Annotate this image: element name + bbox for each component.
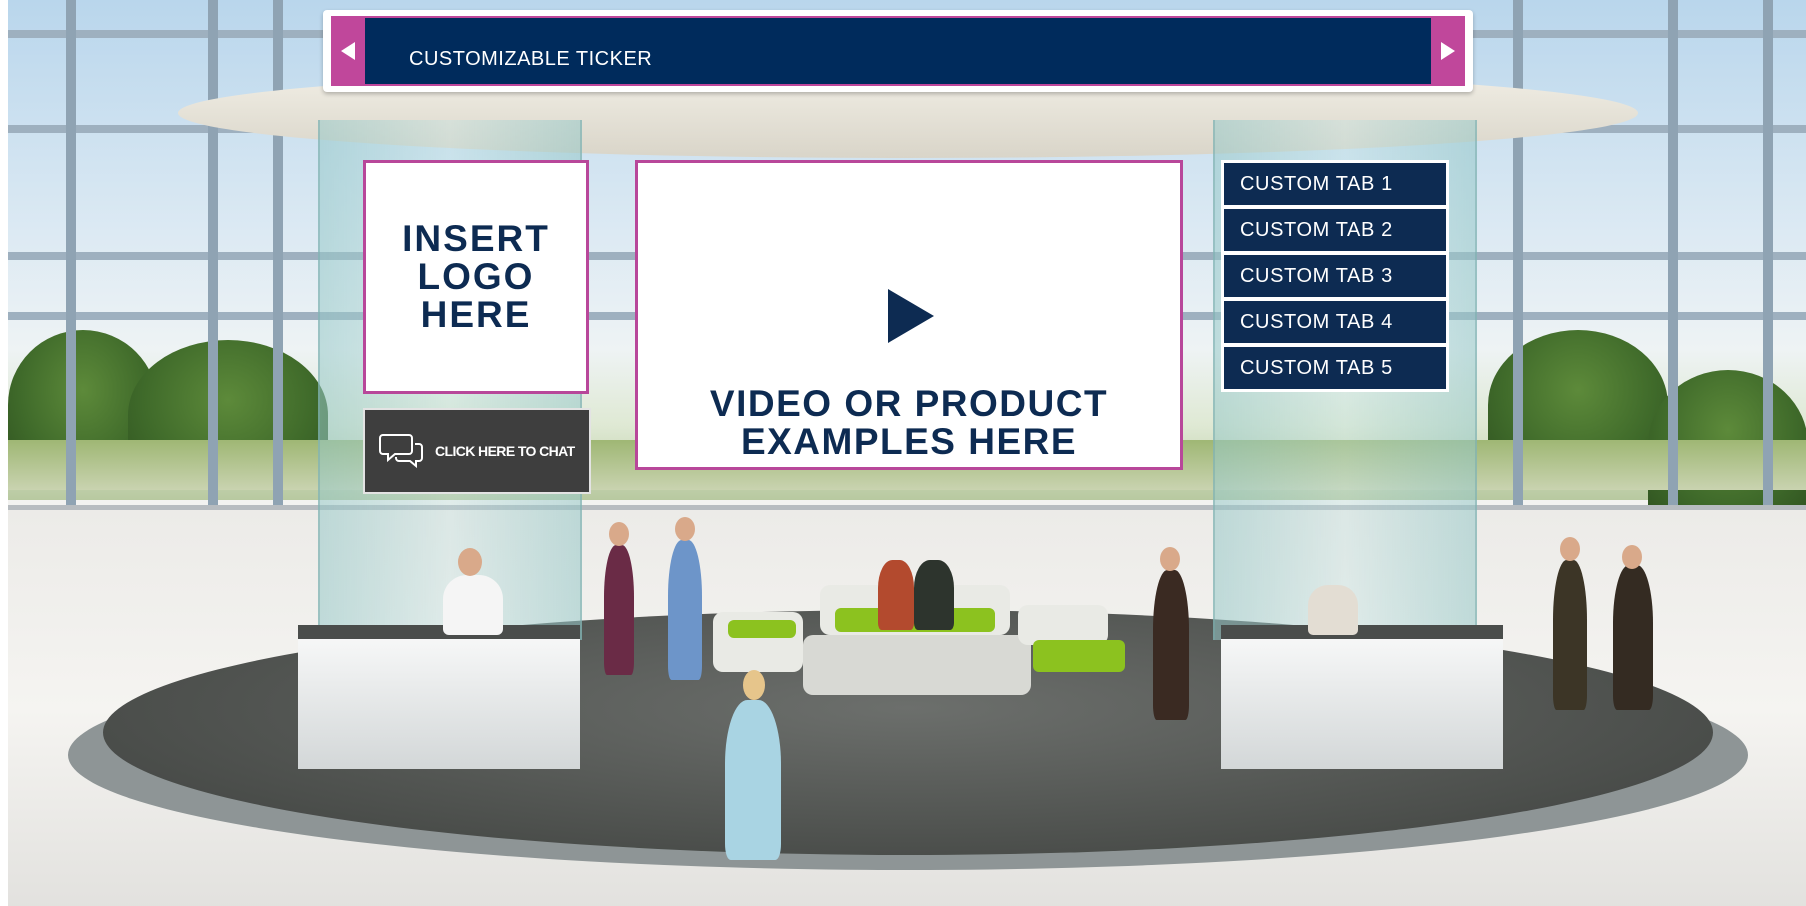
window-frame [208, 0, 218, 520]
reception-desk [298, 625, 580, 769]
person [1153, 570, 1189, 720]
ticker-banner: CUSTOMIZABLE TICKER [323, 10, 1473, 92]
person-head [458, 548, 482, 576]
person [1308, 585, 1358, 635]
person [1613, 565, 1653, 710]
custom-tabs-menu: CUSTOM TAB 1 CUSTOM TAB 2 CUSTOM TAB 3 C… [1221, 160, 1449, 392]
person [668, 540, 702, 680]
window-frame [273, 0, 283, 520]
reception-desk [1221, 625, 1503, 769]
person [604, 545, 634, 675]
window-frame [1513, 0, 1523, 520]
custom-tab-2[interactable]: CUSTOM TAB 2 [1224, 209, 1446, 251]
person-head [1622, 545, 1642, 569]
armchair [1018, 605, 1108, 645]
play-icon[interactable] [888, 289, 934, 343]
person-head [675, 517, 695, 541]
ticker-prev-button[interactable] [331, 16, 365, 86]
person-head [1160, 547, 1180, 571]
ticker-next-button[interactable] [1431, 16, 1465, 86]
video-panel[interactable]: VIDEO OR PRODUCT EXAMPLES HERE [635, 160, 1183, 470]
person [878, 560, 914, 630]
ottoman [1033, 640, 1125, 672]
person [443, 575, 503, 635]
person-head [609, 522, 629, 546]
chat-button[interactable]: CLICK HERE TO CHAT [363, 408, 591, 494]
sofa-cushion [728, 620, 796, 638]
custom-tab-4[interactable]: CUSTOM TAB 4 [1224, 301, 1446, 343]
person-head [743, 670, 765, 700]
triangle-right-icon [1441, 42, 1455, 60]
ticker-bar: CUSTOMIZABLE TICKER [331, 16, 1465, 86]
sofa [803, 635, 1031, 695]
custom-tab-3[interactable]: CUSTOM TAB 3 [1224, 255, 1446, 297]
custom-tab-1[interactable]: CUSTOM TAB 1 [1224, 163, 1446, 205]
person [725, 700, 781, 860]
window-frame [66, 0, 76, 520]
window-frame [1763, 0, 1773, 520]
triangle-left-icon [341, 42, 355, 60]
chat-bubbles-icon [379, 431, 425, 471]
person [914, 560, 954, 630]
logo-placeholder-text: INSERT LOGO HERE [402, 218, 550, 335]
custom-tab-5[interactable]: CUSTOM TAB 5 [1224, 347, 1446, 389]
window-frame [1668, 0, 1678, 520]
person-head [1560, 537, 1580, 561]
ticker-text: CUSTOMIZABLE TICKER [409, 48, 653, 70]
person [1553, 560, 1587, 710]
logo-placeholder[interactable]: INSERT LOGO HERE [363, 160, 589, 394]
chat-button-label: CLICK HERE TO CHAT [435, 443, 575, 459]
video-placeholder-text: VIDEO OR PRODUCT EXAMPLES HERE [709, 383, 1109, 462]
